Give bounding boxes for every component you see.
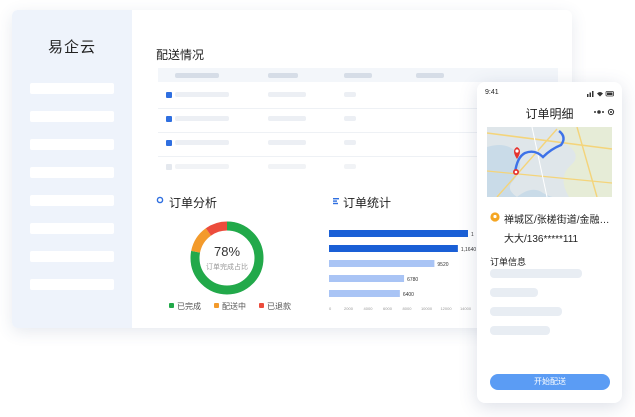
x-tick-label: 0 xyxy=(329,306,332,311)
bar-data-label: 6400 xyxy=(403,292,414,298)
bar xyxy=(329,230,468,237)
info-placeholder xyxy=(490,307,562,316)
header-cell xyxy=(416,73,444,78)
cell xyxy=(175,116,229,121)
cell xyxy=(344,140,356,145)
recipient-contact: 大大/136*****111 xyxy=(504,234,579,245)
sidebar-item[interactable] xyxy=(30,251,114,262)
route-map[interactable] xyxy=(487,127,612,197)
x-tick-label: 12000 xyxy=(440,306,452,311)
x-tick-label: 2000 xyxy=(344,306,354,311)
x-tick-label: 14000 xyxy=(460,306,472,311)
cell xyxy=(175,92,229,97)
bar xyxy=(329,290,400,297)
row-checkbox[interactable] xyxy=(166,116,172,122)
info-placeholder xyxy=(490,326,550,335)
table-header xyxy=(158,68,558,82)
bar-chart-icon xyxy=(333,198,339,205)
legend-delivering-swatch xyxy=(214,303,219,308)
cell xyxy=(268,140,306,145)
cell xyxy=(268,116,306,121)
row-checkbox[interactable] xyxy=(166,92,172,98)
cell xyxy=(344,116,356,121)
bar xyxy=(329,260,435,267)
miniapp-menu-icon[interactable] xyxy=(592,108,616,116)
header-cell xyxy=(344,73,372,78)
sidebar-item[interactable] xyxy=(30,139,114,150)
delivery-address: 禅城区/张槎街道/金融… xyxy=(504,215,610,226)
stage: 易企云 配送情况 订单分析 78% 订单完成占比 已完成 配送中 已退款 订单统… xyxy=(0,0,635,417)
order-stats-chart: 1 1,1640 9520 6780 6400 0 2000 4000 6000 8000 1000… xyxy=(329,230,477,311)
x-tick-label: 4000 xyxy=(364,306,374,311)
sidebar: 易企云 xyxy=(12,10,132,328)
sidebar-item[interactable] xyxy=(30,83,114,94)
row-checkbox[interactable] xyxy=(166,164,172,170)
cell xyxy=(175,140,229,145)
cell xyxy=(344,92,356,97)
cell xyxy=(175,164,229,169)
bar xyxy=(329,275,405,282)
legend-completed-swatch xyxy=(169,303,174,308)
x-tick-label: 8000 xyxy=(403,306,413,311)
order-analysis-title: 订单分析 xyxy=(169,196,218,210)
cell xyxy=(344,164,356,169)
sidebar-item[interactable] xyxy=(30,195,114,206)
x-tick-label: 10000 xyxy=(421,306,433,311)
status-time: 9:41 xyxy=(485,89,499,96)
bar-data-label: 1,1640 xyxy=(461,247,477,253)
start-delivery-button[interactable]: 开始配送 xyxy=(490,374,610,390)
legend-completed: 已完成 xyxy=(177,302,201,311)
map-graphic xyxy=(487,127,612,197)
location-pin-icon xyxy=(490,212,500,222)
brand-title: 易企云 xyxy=(47,39,96,56)
sidebar-item[interactable] xyxy=(30,279,114,290)
bar-data-label: 6780 xyxy=(407,277,418,283)
donut-percent: 78% xyxy=(213,244,241,259)
sidebar-item[interactable] xyxy=(30,111,114,122)
legend-refunded-swatch xyxy=(259,303,264,308)
order-info-title: 订单信息 xyxy=(490,257,527,267)
circle-icon xyxy=(156,196,164,204)
header-cell xyxy=(175,73,219,78)
info-placeholder xyxy=(490,288,538,297)
phone-panel: 9:41 订单明细 禅城区/张槎街道/金融… 大大/136*****111 订单… xyxy=(477,82,622,403)
cell xyxy=(268,92,306,97)
row-checkbox[interactable] xyxy=(166,140,172,146)
bar xyxy=(329,245,458,252)
bar-data-label: 9520 xyxy=(437,262,448,268)
cell xyxy=(268,164,306,169)
status-icons xyxy=(587,91,614,97)
x-tick-label: 6000 xyxy=(383,306,393,311)
header-cell xyxy=(268,73,298,78)
legend-refunded: 已退款 xyxy=(267,302,291,311)
donut-caption: 订单完成占比 xyxy=(206,264,248,271)
info-placeholder xyxy=(490,269,582,278)
bar-data-label: 1 xyxy=(471,232,474,238)
delivery-title: 配送情况 xyxy=(156,48,205,62)
order-stats-title: 订单统计 xyxy=(343,196,392,210)
sidebar-item[interactable] xyxy=(30,167,114,178)
legend-delivering: 配送中 xyxy=(222,302,246,311)
sidebar-item[interactable] xyxy=(30,223,114,234)
